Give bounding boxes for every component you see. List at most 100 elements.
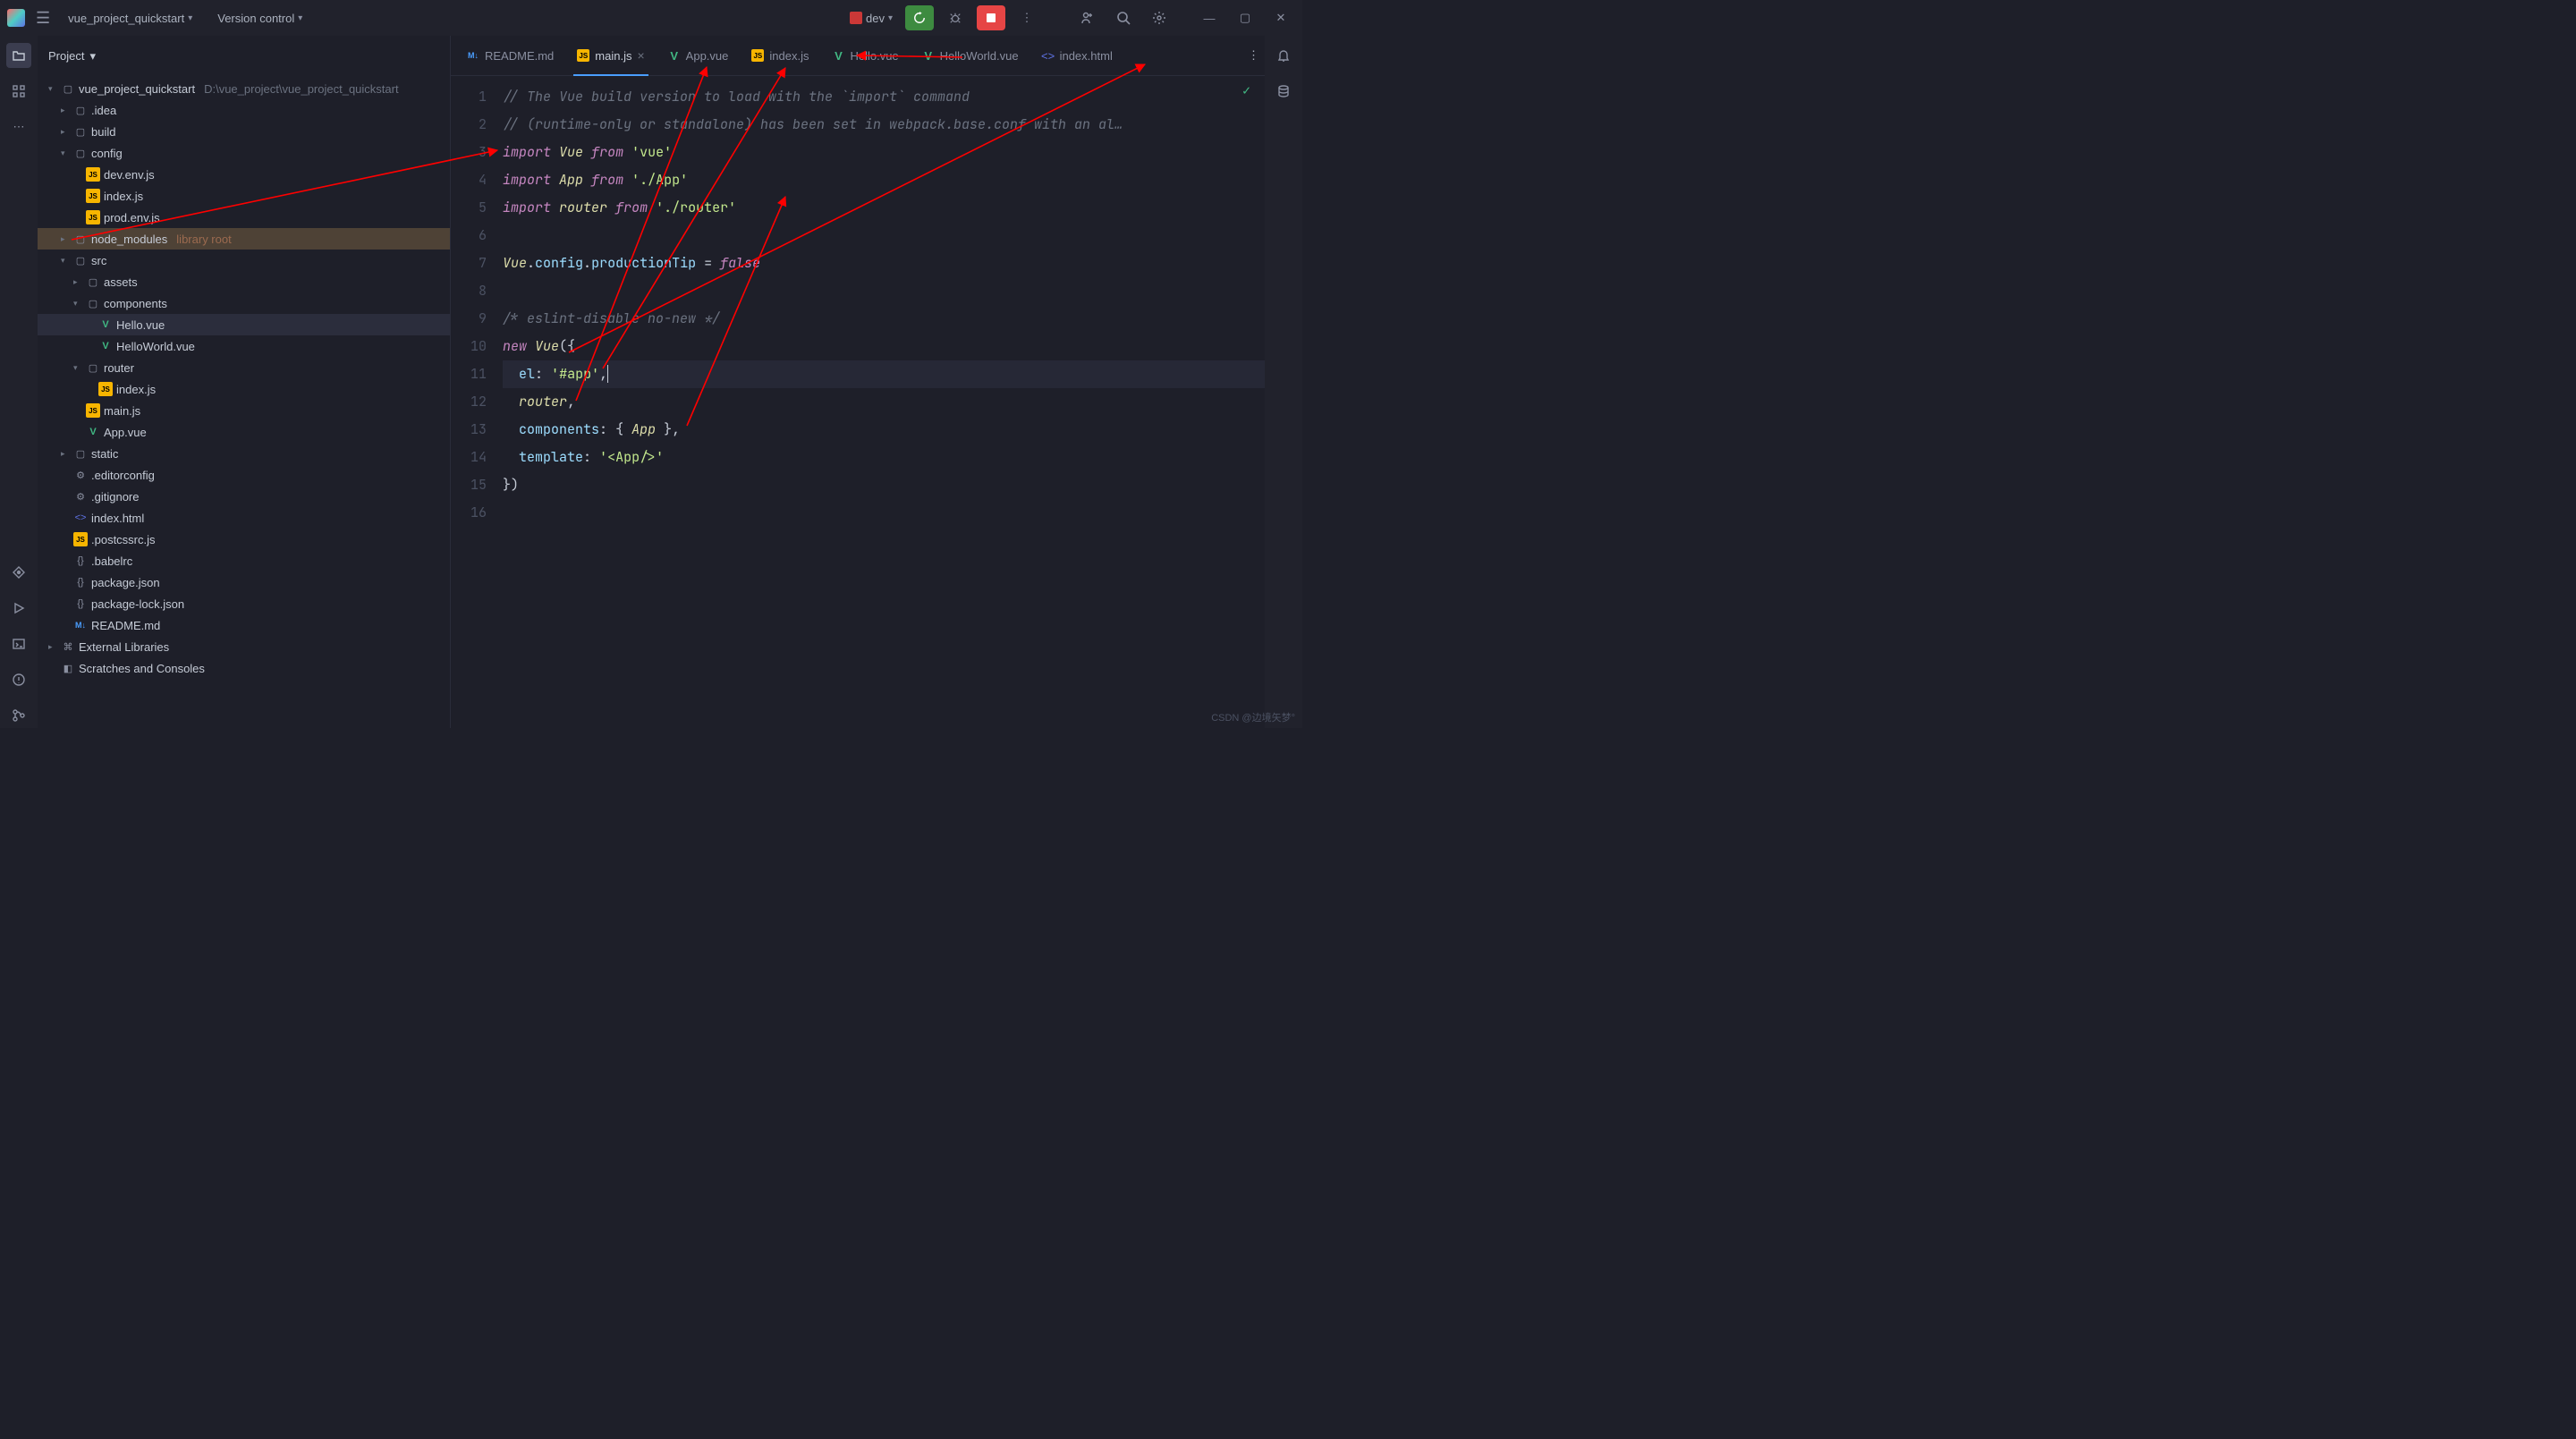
code-line-9[interactable]: /* eslint-disable no-new */: [503, 305, 1265, 333]
code-line-8[interactable]: [503, 277, 1265, 305]
tree-item-index-js[interactable]: JSindex.js: [38, 185, 450, 207]
project-panel-header[interactable]: Project ▾: [38, 36, 450, 76]
folder-icon: ▢: [73, 103, 88, 117]
expand-arrow-icon: ▸: [61, 234, 70, 244]
chevron-down-icon: ▾: [298, 13, 302, 23]
notifications-button[interactable]: [1271, 43, 1296, 68]
tree-item-main-js[interactable]: JSmain.js: [38, 400, 450, 421]
tree-item-label: .postcssrc.js: [91, 533, 156, 546]
vcs-dropdown[interactable]: Version control ▾: [210, 12, 309, 25]
project-panel-title: Project: [48, 49, 84, 63]
code-line-11[interactable]: el: '#app',: [503, 360, 1265, 388]
code-line-6[interactable]: [503, 222, 1265, 250]
code-line-7[interactable]: Vue.config.productionTip = false: [503, 250, 1265, 277]
tree-item-label: package-lock.json: [91, 597, 184, 611]
tree-item--babelrc[interactable]: {}.babelrc: [38, 550, 450, 571]
js-icon: JS: [86, 403, 100, 418]
code-line-14[interactable]: template: '<App/>': [503, 444, 1265, 471]
js-icon: JS: [86, 210, 100, 224]
tree-item-dev-env-js[interactable]: JSdev.env.js: [38, 164, 450, 185]
minimize-button[interactable]: —: [1195, 5, 1224, 30]
tree-item-prod-env-js[interactable]: JSprod.env.js: [38, 207, 450, 228]
tree-item-package-json[interactable]: {}package.json: [38, 571, 450, 593]
tree-item--idea[interactable]: ▸▢.idea: [38, 99, 450, 121]
stop-button[interactable]: [977, 5, 1005, 30]
more-tool-button[interactable]: ⋯: [6, 114, 31, 140]
tree-item-index-js[interactable]: JSindex.js: [38, 378, 450, 400]
editor-tab-index-html[interactable]: <>index.html: [1031, 36, 1123, 76]
tree-item-config[interactable]: ▾▢config: [38, 142, 450, 164]
vcs-label: Version control: [217, 12, 294, 25]
close-tab-icon[interactable]: ×: [637, 48, 644, 63]
code-line-4[interactable]: import App from './App': [503, 166, 1265, 194]
run-config-dropdown[interactable]: dev ▾: [844, 10, 898, 27]
tree-item--postcssrc-js[interactable]: JS.postcssrc.js: [38, 529, 450, 550]
code-content[interactable]: // The Vue build version to load with th…: [503, 76, 1265, 728]
settings-button[interactable]: [1145, 5, 1174, 30]
project-dropdown[interactable]: vue_project_quickstart ▾: [61, 12, 199, 25]
expand-arrow-icon: ▸: [61, 106, 70, 115]
code-line-13[interactable]: components: { App },: [503, 416, 1265, 444]
scratches[interactable]: ◧ Scratches and Consoles: [38, 657, 450, 679]
terminal-tool-button[interactable]: [6, 631, 31, 656]
code-line-16[interactable]: [503, 499, 1265, 527]
external-libraries[interactable]: ▸ ⌘ External Libraries: [38, 636, 450, 657]
close-window-button[interactable]: ✕: [1267, 5, 1295, 30]
code-with-me-button[interactable]: [1073, 5, 1102, 30]
search-button[interactable]: [1109, 5, 1138, 30]
editor-tab-index-js[interactable]: JSindex.js: [741, 36, 819, 76]
code-line-2[interactable]: // (runtime-only or standalone) has been…: [503, 111, 1265, 139]
tree-root[interactable]: ▾ ▢ vue_project_quickstart D:\vue_projec…: [38, 78, 450, 99]
json-icon: {}: [73, 575, 88, 589]
tree-item-assets[interactable]: ▸▢assets: [38, 271, 450, 292]
tree-item-router[interactable]: ▾▢router: [38, 357, 450, 378]
tree-item-App-vue[interactable]: VApp.vue: [38, 421, 450, 443]
main-menu-button[interactable]: ☰: [36, 9, 50, 28]
vcs-tool-button[interactable]: [6, 703, 31, 728]
code-line-1[interactable]: // The Vue build version to load with th…: [503, 83, 1265, 111]
code-line-5[interactable]: import router from './router': [503, 194, 1265, 222]
tree-item-src[interactable]: ▾▢src: [38, 250, 450, 271]
tree-item-label: package.json: [91, 576, 160, 589]
services-tool-button[interactable]: [6, 560, 31, 585]
problems-tool-button[interactable]: [6, 667, 31, 692]
editor-area: M↓README.mdJSmain.js×VApp.vueJSindex.jsV…: [451, 36, 1265, 728]
expand-arrow-icon: ▸: [61, 127, 70, 137]
editor-tab-README-md[interactable]: M↓README.md: [456, 36, 564, 76]
tree-item-static[interactable]: ▸▢static: [38, 443, 450, 464]
maximize-button[interactable]: ▢: [1231, 5, 1259, 30]
code-line-12[interactable]: router,: [503, 388, 1265, 416]
code-line-15[interactable]: }): [503, 471, 1265, 499]
debug-button[interactable]: [941, 5, 970, 30]
tree-item-index-html[interactable]: <>index.html: [38, 507, 450, 529]
tab-label: main.js: [595, 49, 631, 63]
run-tool-button[interactable]: [6, 596, 31, 621]
rerun-button[interactable]: [905, 5, 934, 30]
tree-item-build[interactable]: ▸▢build: [38, 121, 450, 142]
editor-tab-main-js[interactable]: JSmain.js×: [566, 36, 655, 76]
tree-item-node_modules[interactable]: ▸▢node_moduleslibrary root: [38, 228, 450, 250]
more-actions-button[interactable]: ⋮: [1013, 5, 1041, 30]
tree-item-Hello-vue[interactable]: VHello.vue: [38, 314, 450, 335]
folder-icon: ▢: [73, 446, 88, 461]
editor-tab-App-vue[interactable]: VApp.vue: [657, 36, 740, 76]
tree-item-HelloWorld-vue[interactable]: VHelloWorld.vue: [38, 335, 450, 357]
editor-tab-Hello-vue[interactable]: VHello.vue: [821, 36, 909, 76]
tab-more-button[interactable]: ⋮: [1248, 48, 1259, 63]
tree-item-components[interactable]: ▾▢components: [38, 292, 450, 314]
chevron-down-icon: ▾: [188, 13, 192, 23]
database-button[interactable]: [1271, 79, 1296, 104]
project-tool-button[interactable]: [6, 43, 31, 68]
tree-item-package-lock-json[interactable]: {}package-lock.json: [38, 593, 450, 614]
tree-item-README-md[interactable]: M↓README.md: [38, 614, 450, 636]
tree-item-label: .editorconfig: [91, 469, 155, 482]
structure-tool-button[interactable]: [6, 79, 31, 104]
code-line-3[interactable]: import Vue from 'vue': [503, 139, 1265, 166]
editor-body[interactable]: ✓ 12345678910111213141516 // The Vue bui…: [451, 76, 1265, 728]
project-tree[interactable]: ▾ ▢ vue_project_quickstart D:\vue_projec…: [38, 76, 450, 728]
tree-item--editorconfig[interactable]: ⚙.editorconfig: [38, 464, 450, 486]
tree-item--gitignore[interactable]: ⚙.gitignore: [38, 486, 450, 507]
left-tool-strip: ⋯: [0, 36, 38, 728]
code-line-10[interactable]: new Vue({: [503, 333, 1265, 360]
editor-tab-HelloWorld-vue[interactable]: VHelloWorld.vue: [911, 36, 1030, 76]
